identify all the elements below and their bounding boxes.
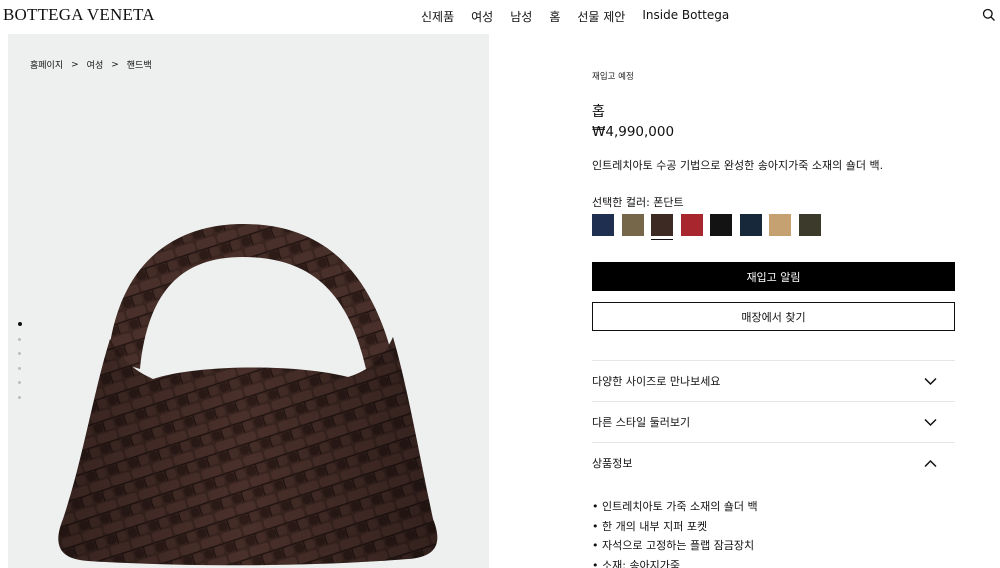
nav-item-gifts[interactable]: 선물 제안 bbox=[577, 8, 625, 25]
gallery-dot[interactable] bbox=[18, 395, 21, 399]
nav-item-men[interactable]: 남성 bbox=[510, 8, 532, 25]
nav-item-new[interactable]: 신제품 bbox=[421, 8, 454, 25]
product-image[interactable] bbox=[48, 219, 448, 568]
gallery-dot[interactable] bbox=[18, 352, 21, 355]
nav-item-inside-bottega[interactable]: Inside Bottega bbox=[642, 8, 729, 25]
chevron-up-icon bbox=[924, 459, 937, 467]
product-description: 인트레치아토 수공 기법으로 완성한 송아지가죽 소재의 숄더 백. bbox=[592, 159, 884, 172]
accordion-title: 상품정보 bbox=[592, 457, 633, 470]
product-price: ₩4,990,000 bbox=[592, 124, 675, 140]
color-swatch[interactable] bbox=[621, 214, 644, 236]
site-header: BOTTEGA VENETA 신제품 여성 남성 홈 선물 제안 Inside … bbox=[0, 0, 1000, 32]
accordion-title: 다른 스타일 둘러보기 bbox=[592, 416, 691, 429]
accordion-title: 다양한 사이즈로 만나보세요 bbox=[592, 375, 721, 388]
find-in-store-button[interactable]: 매장에서 찾기 bbox=[592, 302, 955, 331]
notify-restock-button[interactable]: 재입고 알림 bbox=[592, 262, 955, 291]
gallery-dot[interactable] bbox=[18, 337, 21, 341]
gallery-dot[interactable] bbox=[18, 381, 21, 384]
detail-item: 인트레치아토 가죽 소재의 숄더 백 bbox=[592, 498, 758, 518]
accordion-other-styles[interactable]: 다른 스타일 둘러보기 bbox=[592, 401, 955, 442]
main-nav: 신제품 여성 남성 홈 선물 제안 Inside Bottega bbox=[421, 8, 729, 25]
breadcrumb-handbags[interactable]: 핸드백 bbox=[127, 58, 152, 71]
gallery-dot[interactable] bbox=[17, 322, 22, 326]
search-icon bbox=[982, 8, 995, 21]
product-gallery: 홈페이지 > 여성 > 핸드백 bbox=[8, 34, 489, 568]
color-swatch[interactable] bbox=[769, 214, 791, 236]
detail-item: 소재: 송아지가죽 bbox=[592, 557, 758, 568]
nav-item-women[interactable]: 여성 bbox=[471, 8, 493, 25]
color-swatch[interactable] bbox=[651, 214, 673, 240]
color-swatch[interactable] bbox=[798, 214, 821, 236]
breadcrumb-women[interactable]: 여성 bbox=[87, 58, 104, 71]
color-swatch[interactable] bbox=[592, 214, 614, 236]
search-button[interactable] bbox=[982, 7, 996, 21]
accordion-sizes[interactable]: 다양한 사이즈로 만나보세요 bbox=[592, 360, 955, 401]
product-details-list: 인트레치아토 가죽 소재의 숄더 백 한 개의 내부 지퍼 포켓 자석으로 고정… bbox=[592, 498, 758, 568]
nav-item-home[interactable]: 홈 bbox=[549, 8, 560, 25]
color-swatch[interactable] bbox=[680, 214, 703, 236]
restock-label: 재입고 예정 bbox=[592, 72, 634, 82]
color-swatch[interactable] bbox=[710, 214, 732, 236]
color-swatches bbox=[592, 214, 828, 240]
breadcrumb-home[interactable]: 홈페이지 bbox=[30, 58, 63, 71]
chevron-down-icon bbox=[924, 377, 937, 385]
gallery-dot[interactable] bbox=[18, 366, 21, 370]
detail-item: 자석으로 고정하는 플랩 잠금장치 bbox=[592, 537, 758, 557]
gallery-pagination bbox=[17, 322, 22, 410]
selected-color-label: 선택한 컬러: 폰단트 bbox=[592, 196, 684, 209]
detail-item: 한 개의 내부 지퍼 포켓 bbox=[592, 518, 758, 538]
brand-logo[interactable]: BOTTEGA VENETA bbox=[3, 5, 155, 25]
color-swatch[interactable] bbox=[739, 214, 762, 236]
breadcrumb: 홈페이지 > 여성 > 핸드백 bbox=[30, 58, 152, 72]
chevron-right-icon: > bbox=[71, 59, 79, 70]
product-name: 홉 bbox=[592, 104, 605, 120]
accordion-product-info[interactable]: 상품정보 bbox=[592, 442, 955, 483]
chevron-down-icon bbox=[924, 418, 937, 426]
chevron-right-icon: > bbox=[111, 59, 119, 70]
